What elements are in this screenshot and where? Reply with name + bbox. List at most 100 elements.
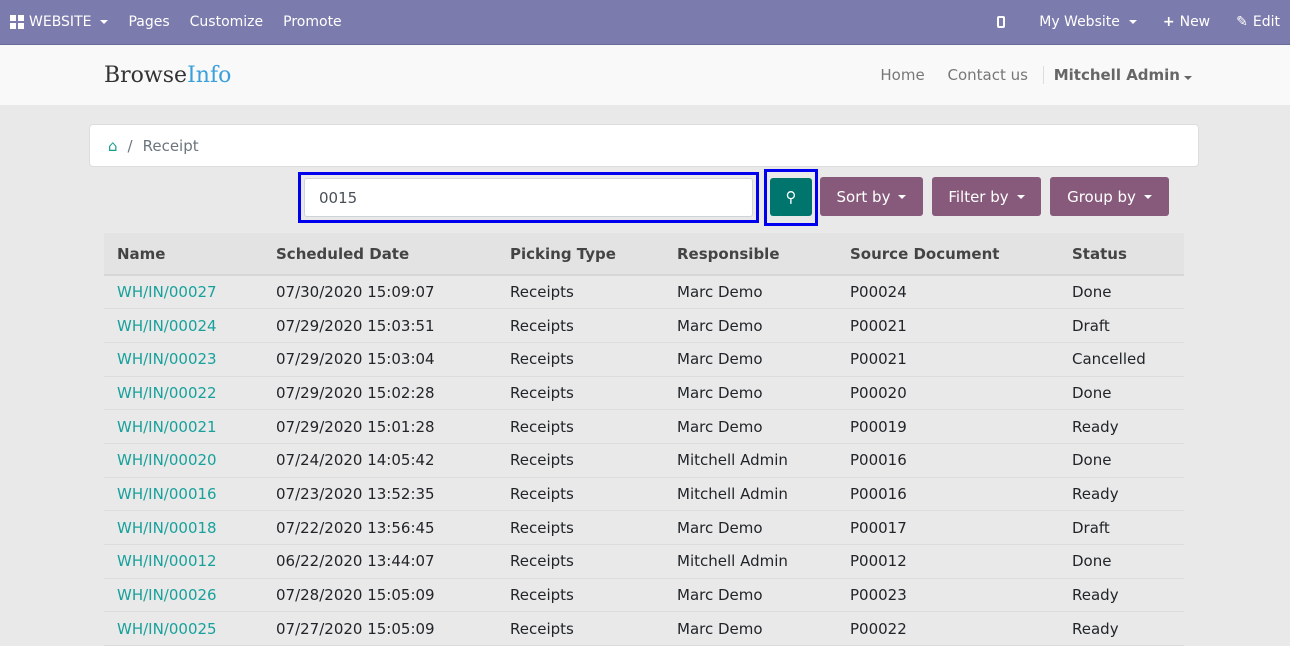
pencil-icon: ✎ (1236, 14, 1248, 30)
table-cell: Receipts (497, 376, 664, 411)
table-cell: P00016 (837, 443, 1059, 478)
receipt-link[interactable]: WH/IN/00022 (117, 384, 217, 402)
my-website-menu[interactable]: My Website (1029, 14, 1147, 30)
table-cell: WH/IN/00020 (104, 443, 263, 478)
receipt-link[interactable]: WH/IN/00021 (117, 418, 217, 436)
sort-label: Sort by (836, 187, 891, 206)
receipt-link[interactable]: WH/IN/00025 (117, 620, 217, 638)
table-cell: 07/30/2020 15:09:07 (263, 275, 497, 310)
edit-button[interactable]: ✎ Edit (1226, 14, 1290, 30)
table-cell: P00023 (837, 578, 1059, 613)
table-cell: Mitchell Admin (664, 477, 837, 512)
column-header: Scheduled Date (263, 233, 497, 276)
table-row: WH/IN/00027 07/30/2020 15:09:07 Receipts Ma… (104, 275, 1184, 310)
nav-home[interactable]: Home (880, 66, 924, 84)
website-menu[interactable]: WEBSITE (0, 14, 118, 30)
caret-icon (1184, 76, 1192, 80)
home-icon[interactable]: ⌂ (108, 137, 118, 155)
table-cell: 06/22/2020 13:44:07 (263, 544, 497, 579)
new-button[interactable]: + New (1153, 14, 1220, 30)
site-header: BrowseInfo Home Contact us Mitchell Admi… (0, 45, 1290, 105)
breadcrumb: ⌂ / Receipt (89, 124, 1199, 167)
receipt-link[interactable]: WH/IN/00018 (117, 519, 217, 537)
table-cell: P00022 (837, 611, 1059, 646)
search-box (298, 172, 759, 223)
table-cell: WH/IN/00025 (104, 611, 263, 646)
table-cell: 07/29/2020 15:03:51 (263, 308, 497, 343)
receipt-link[interactable]: WH/IN/00024 (117, 317, 217, 335)
table-cell: P00021 (837, 342, 1059, 377)
column-header: Picking Type (497, 233, 664, 276)
table-cell: P00017 (837, 510, 1059, 545)
table-row: WH/IN/00018 07/22/2020 13:56:45 Receipts Ma… (104, 510, 1184, 545)
new-label: New (1179, 14, 1211, 30)
table-cell: WH/IN/00021 (104, 409, 263, 444)
search-button[interactable]: ⚲ (764, 169, 818, 226)
caret-icon (1128, 20, 1137, 24)
table-cell: WH/IN/00024 (104, 308, 263, 343)
receipt-link[interactable]: WH/IN/00027 (117, 283, 217, 301)
table-cell: Receipts (497, 275, 664, 310)
table-cell: Marc Demo (664, 578, 837, 613)
table-cell: P00016 (837, 477, 1059, 512)
table-cell: WH/IN/00027 (104, 275, 263, 310)
table-cell: 07/29/2020 15:03:04 (263, 342, 497, 377)
search-input[interactable] (304, 178, 753, 217)
caret-icon (898, 194, 907, 199)
table-cell: Marc Demo (664, 611, 837, 646)
table-cell: P00019 (837, 409, 1059, 444)
table-cell: Receipts (497, 308, 664, 343)
table-cell: 07/29/2020 15:02:28 (263, 376, 497, 411)
mobile-preview-button[interactable] (987, 16, 1015, 28)
sort-by-button[interactable]: Sort by (820, 177, 923, 216)
receipt-link[interactable]: WH/IN/00026 (117, 586, 217, 604)
table-cell: 07/22/2020 13:56:45 (263, 510, 497, 545)
column-header: Status (1059, 233, 1184, 276)
caret-icon (100, 20, 109, 24)
table-cell: Done (1059, 544, 1184, 579)
column-header: Responsible (664, 233, 837, 276)
caret-icon (1016, 194, 1025, 199)
table-cell: Ready (1059, 409, 1184, 444)
customize-menu[interactable]: Customize (180, 14, 274, 30)
table-cell: Marc Demo (664, 510, 837, 545)
column-header: Source Document (837, 233, 1059, 276)
receipt-link[interactable]: WH/IN/00023 (117, 350, 217, 368)
table-cell: Marc Demo (664, 342, 837, 377)
table-cell: Mitchell Admin (664, 544, 837, 579)
table-cell: Receipts (497, 409, 664, 444)
table-cell: WH/IN/00012 (104, 544, 263, 579)
table-cell: Done (1059, 275, 1184, 310)
logo[interactable]: BrowseInfo (104, 63, 862, 88)
group-label: Group by (1067, 187, 1136, 206)
user-menu[interactable]: Mitchell Admin (1042, 66, 1192, 84)
my-website-label: My Website (1039, 14, 1120, 30)
table-cell: Mitchell Admin (664, 443, 837, 478)
table-cell: Marc Demo (664, 409, 837, 444)
table-row: WH/IN/00012 06/22/2020 13:44:07 Receipts Mi… (104, 544, 1184, 579)
breadcrumb-current: Receipt (142, 136, 199, 155)
table-cell: 07/27/2020 15:05:09 (263, 611, 497, 646)
caret-icon (1143, 194, 1152, 199)
receipt-link[interactable]: WH/IN/00020 (117, 451, 217, 469)
receipt-link[interactable]: WH/IN/00012 (117, 552, 217, 570)
filter-by-button[interactable]: Filter by (932, 177, 1041, 216)
table-cell: WH/IN/00016 (104, 477, 263, 512)
table-cell: 07/24/2020 14:05:42 (263, 443, 497, 478)
search-icon: ⚲ (770, 178, 812, 216)
table-cell: Done (1059, 376, 1184, 411)
table-cell: Receipts (497, 443, 664, 478)
promote-menu[interactable]: Promote (273, 14, 352, 30)
table-row: WH/IN/00024 07/29/2020 15:03:51 Receipts Ma… (104, 308, 1184, 343)
receipt-link[interactable]: WH/IN/00016 (117, 485, 217, 503)
table-cell: P00021 (837, 308, 1059, 343)
table-cell: Receipts (497, 342, 664, 377)
table-cell: Ready (1059, 578, 1184, 613)
user-name: Mitchell Admin (1053, 66, 1180, 84)
receipts-table: Name Scheduled Date Picking Type Responsibl… (104, 233, 1184, 646)
pages-menu[interactable]: Pages (118, 14, 179, 30)
website-label: WEBSITE (29, 14, 92, 30)
website-topbar: WEBSITE Pages Customize Promote My Websi… (0, 0, 1290, 45)
nav-contact[interactable]: Contact us (947, 66, 1027, 84)
group-by-button[interactable]: Group by (1050, 177, 1169, 216)
